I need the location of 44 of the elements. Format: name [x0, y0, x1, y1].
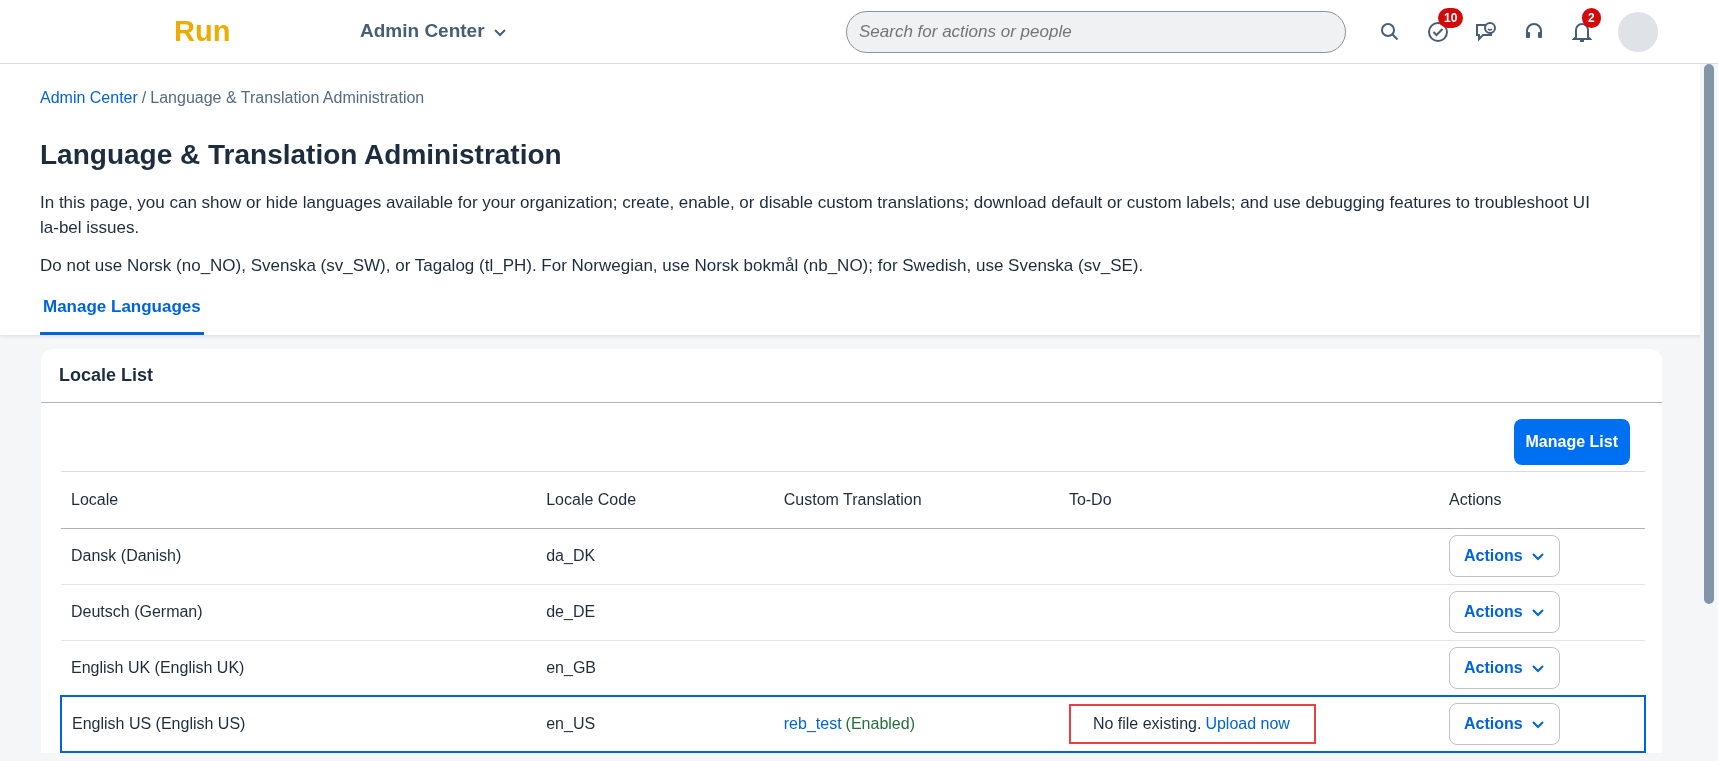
search-field[interactable]: Search for actions or people	[846, 10, 1346, 53]
table-cell: da_DK	[536, 528, 774, 585]
page-title: Language & Translation Administration	[40, 138, 563, 172]
description-text: Do not use Norsk (no_NO), Svenska (sv_SW), or Tagalog (tl_PH). For Norwegian, use Norsk bokmål (nb_NO); for Swedish, use Svenska (sv_SE).	[40, 254, 1145, 277]
table-row[interactable]: English UK (English UK) en_GB Actions	[61, 640, 1645, 697]
column-header: Actions	[1439, 471, 1645, 529]
breadcrumb-separator: /	[141, 89, 147, 106]
card-title: Locale List	[41, 348, 1662, 403]
actions-dropdown[interactable]: Actions	[1449, 591, 1560, 634]
description-text: In this page, you can show or hide languages available for your organization; create, enable, or disable custom translations; download default or custom labels; and use debugging features to troubleshoot UI la-bel issues.	[40, 191, 1591, 240]
table-cell: en_US	[536, 696, 774, 753]
table-cell: de_DE	[536, 584, 774, 641]
table-cell: English US (English US)	[61, 696, 537, 753]
admin-center-menu[interactable]: Admin Center	[360, 17, 507, 46]
breadcrumb-link[interactable]: Admin Center	[40, 89, 138, 106]
table-cell: en_GB	[536, 640, 774, 697]
actions-dropdown[interactable]: Actions	[1449, 703, 1560, 746]
table-cell: Dansk (Danish)	[61, 528, 537, 585]
table-row[interactable]: Dansk (Danish) da_DK Actions	[61, 528, 1645, 585]
column-header: To-Do	[1058, 471, 1440, 529]
notification-count: 10	[1438, 7, 1464, 28]
status-text: (Enabled)	[845, 715, 915, 733]
column-header: Custom Translation	[773, 471, 1059, 529]
table-row[interactable]: Deutsch (German) de_DE Actions	[61, 584, 1645, 641]
table-cell: Deutsch (German)	[61, 584, 537, 641]
column-header: Locale Code	[536, 471, 774, 529]
actions-dropdown[interactable]: Actions	[1449, 535, 1560, 578]
selected-row[interactable]: English US (English US) en_US reb_test (Enabled) No file existing. Upload now Actions	[61, 696, 1645, 753]
chat-bubble-icon[interactable]	[1474, 20, 1498, 43]
todo-text: No file existing.	[1092, 715, 1202, 733]
breadcrumb-current: Language & Translation Administration	[150, 89, 425, 106]
scrollbar-thumb[interactable]	[1704, 64, 1714, 604]
checkmark-circle-icon[interactable]	[1427, 20, 1449, 43]
tab[interactable]: Manage Languages	[40, 290, 204, 335]
notification-count: 2	[1582, 7, 1601, 28]
upload-link[interactable]: Upload now	[1205, 715, 1290, 733]
actions-dropdown[interactable]: Actions	[1449, 646, 1560, 689]
logo: Run	[174, 13, 232, 49]
manage-list-button[interactable]: Manage List	[1513, 418, 1630, 465]
translation-link[interactable]: reb_test	[783, 715, 842, 733]
table-cell: English UK (English UK)	[61, 640, 537, 697]
bell-icon[interactable]	[1572, 20, 1592, 43]
column-header: Locale	[61, 471, 537, 529]
search-icon[interactable]	[1380, 21, 1400, 42]
